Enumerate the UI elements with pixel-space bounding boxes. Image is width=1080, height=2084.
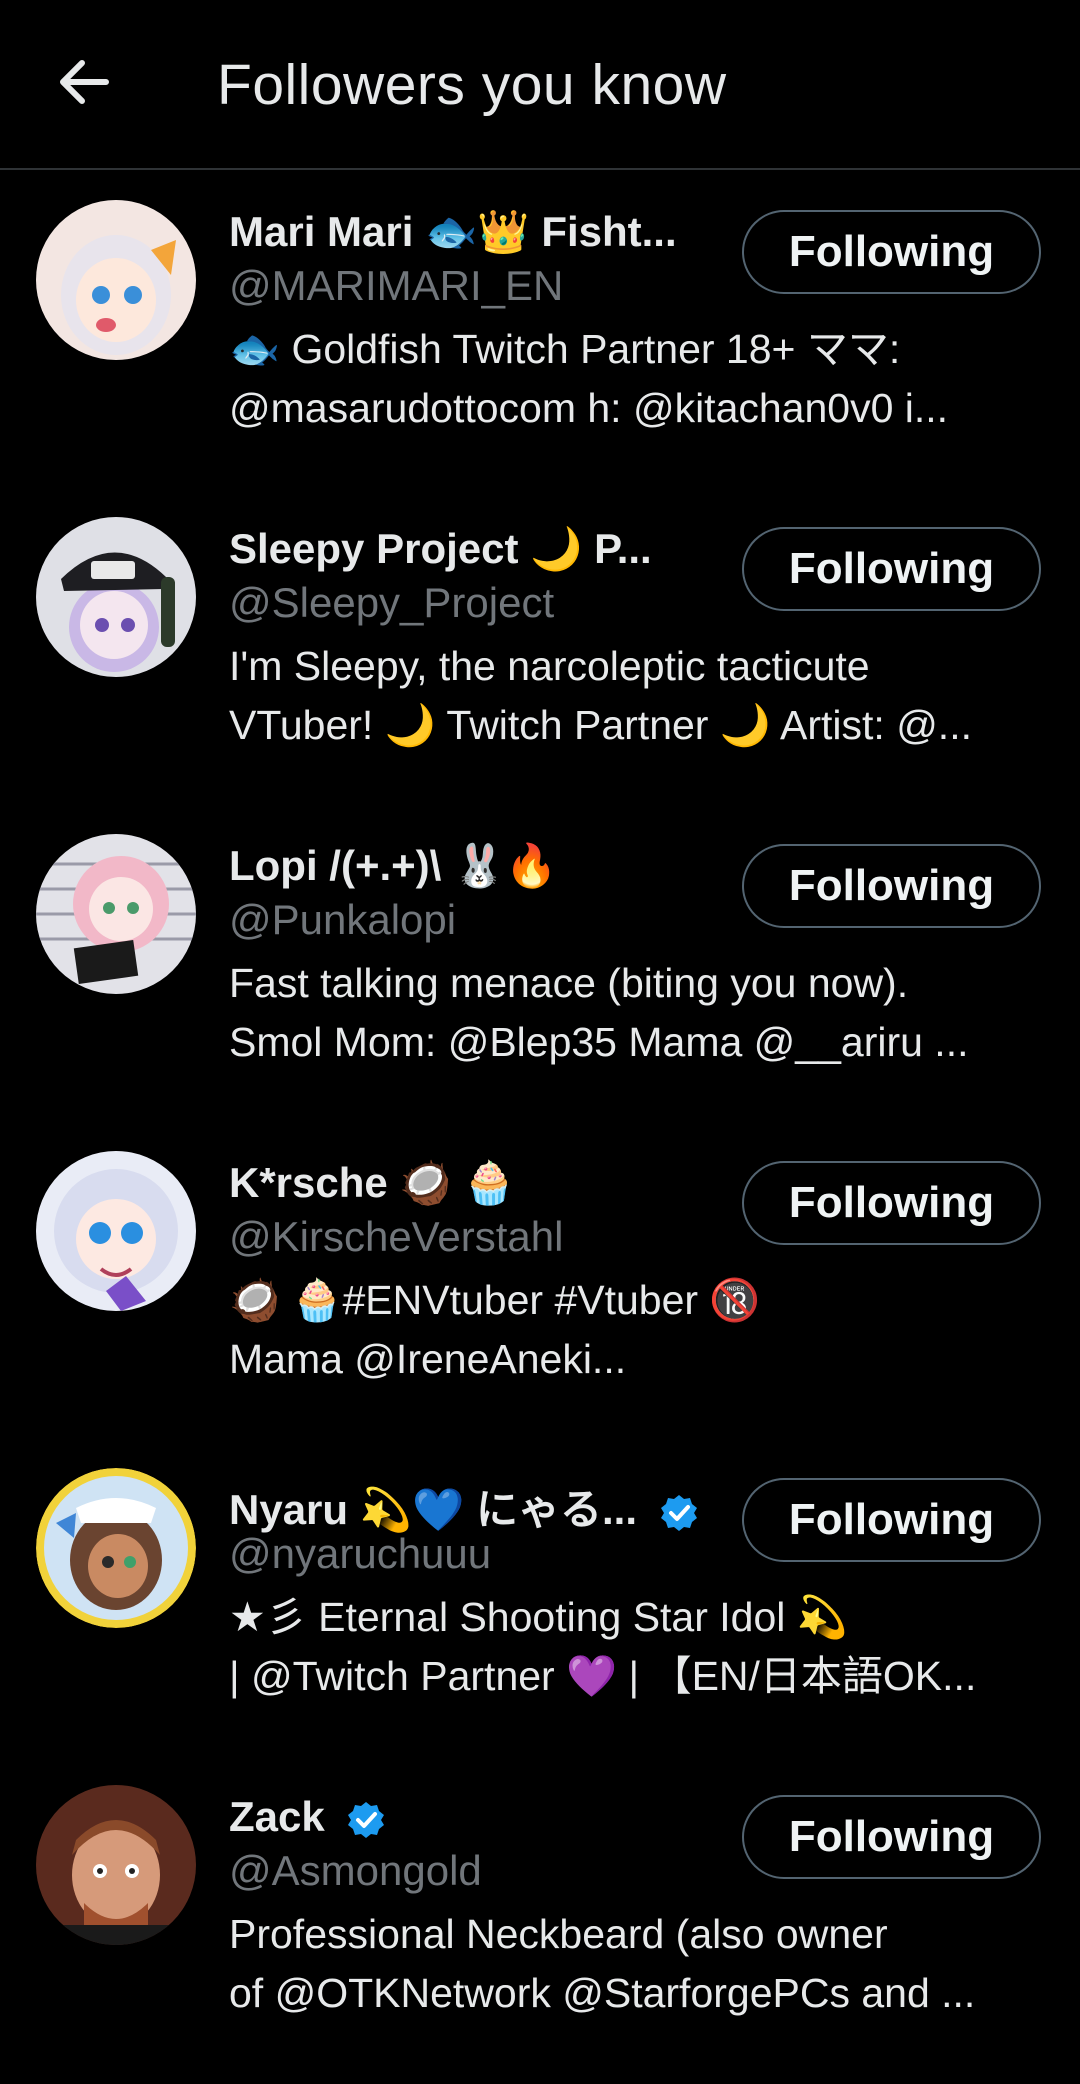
user-bio: Professional Neckbeard (also owner of @O… <box>229 1905 1049 2023</box>
user-handle[interactable]: @Sleepy_Project <box>229 579 554 627</box>
verified-badge-icon <box>348 1801 385 1838</box>
avatar[interactable] <box>36 517 196 677</box>
user-bio: 🥥 🧁#ENVtuber #Vtuber 🔞 Mama @IreneAneki.… <box>229 1271 1049 1389</box>
list-item[interactable]: Mari Mari 🐟👑 Fisht... @MARIMARI_EN 🐟 Gol… <box>0 170 1080 487</box>
bio-line: Professional Neckbeard (also owner <box>229 1911 888 1957</box>
bio-line: 🐟 Goldfish Twitch Partner 18+ ママ: <box>229 326 901 372</box>
user-display-name[interactable]: K*rsche 🥥 🧁 <box>229 1159 709 1208</box>
user-display-name-text: Zack <box>229 1793 325 1840</box>
user-handle[interactable]: @Asmongold <box>229 1847 482 1895</box>
page-title: Followers you know <box>217 53 727 117</box>
user-display-name[interactable]: Sleepy Project 🌙 P... <box>229 525 709 574</box>
user-bio: Fast talking menace (biting you now). Sm… <box>229 954 1049 1072</box>
bio-line: of @OTKNetwork @StarforgePCs and ... <box>229 1970 976 2016</box>
following-button[interactable]: Following <box>742 527 1041 611</box>
avatar[interactable] <box>36 200 196 360</box>
list-item[interactable]: Zack @Asmongold Professional Neckbeard (… <box>0 1755 1080 2072</box>
list-item[interactable]: Lopi /(+.+)\ 🐰🔥 @Punkalopi Fast talking … <box>0 804 1080 1121</box>
bio-line: Fast talking menace (biting you now). <box>229 960 909 1006</box>
bio-line: I'm Sleepy, the narcoleptic tacticute <box>229 643 870 689</box>
user-bio: 🐟 Goldfish Twitch Partner 18+ ママ: @masar… <box>229 320 1049 438</box>
user-display-name[interactable]: Mari Mari 🐟👑 Fisht... <box>229 208 709 257</box>
list-item[interactable]: K*rsche 🥥 🧁 @KirscheVerstahl 🥥 🧁#ENVtube… <box>0 1121 1080 1438</box>
following-button[interactable]: Following <box>742 1478 1041 1562</box>
bio-line: Mama @IreneAneki... <box>229 1336 627 1382</box>
user-display-name[interactable]: Nyaru 💫💙 にゃる... <box>229 1476 709 1537</box>
user-handle[interactable]: @Punkalopi <box>229 896 456 944</box>
bio-line: Smol Mom: @Blep35 Mama @__ariru ... <box>229 1019 969 1065</box>
user-handle[interactable]: @MARIMARI_EN <box>229 262 563 310</box>
avatar[interactable] <box>36 1785 196 1945</box>
bio-line: | @Twitch Partner 💜 | 【EN/日本語OK... <box>229 1653 977 1699</box>
user-display-name-text: Nyaru 💫💙 にゃる... <box>229 1486 637 1533</box>
top-bar: Followers you know <box>0 0 1080 170</box>
user-handle[interactable]: @nyaruchuuu <box>229 1530 491 1578</box>
following-button[interactable]: Following <box>742 844 1041 928</box>
following-button[interactable]: Following <box>742 1795 1041 1879</box>
avatar[interactable] <box>36 1468 196 1628</box>
bio-line: ★彡 Eternal Shooting Star Idol 💫 <box>229 1594 848 1640</box>
user-bio: I'm Sleepy, the narcoleptic tacticute VT… <box>229 637 1049 755</box>
user-bio: ★彡 Eternal Shooting Star Idol 💫 | @Twitc… <box>229 1588 1049 1706</box>
bio-line: 🥥 🧁#ENVtuber #Vtuber 🔞 <box>229 1277 761 1323</box>
verified-badge-icon <box>660 1494 697 1531</box>
list-item[interactable]: Nyaru 💫💙 にゃる... @nyaruchuuu ★彡 Eternal S… <box>0 1438 1080 1755</box>
user-handle[interactable]: @KirscheVerstahl <box>229 1213 563 1261</box>
following-button[interactable]: Following <box>742 1161 1041 1245</box>
following-button[interactable]: Following <box>742 210 1041 294</box>
bio-line: VTuber! 🌙 Twitch Partner 🌙 Artist: @... <box>229 702 972 748</box>
avatar[interactable] <box>36 1151 196 1311</box>
user-display-name[interactable]: Lopi /(+.+)\ 🐰🔥 <box>229 842 709 891</box>
bio-line: @masarudottocom h: @kitachan0v0 i... <box>229 385 949 431</box>
list-item[interactable]: Sleepy Project 🌙 P... @Sleepy_Project I'… <box>0 487 1080 804</box>
followers-list: Mari Mari 🐟👑 Fisht... @MARIMARI_EN 🐟 Gol… <box>0 170 1080 2072</box>
avatar[interactable] <box>36 834 196 994</box>
arrow-left-icon[interactable] <box>56 54 112 110</box>
user-display-name[interactable]: Zack <box>229 1793 709 1841</box>
